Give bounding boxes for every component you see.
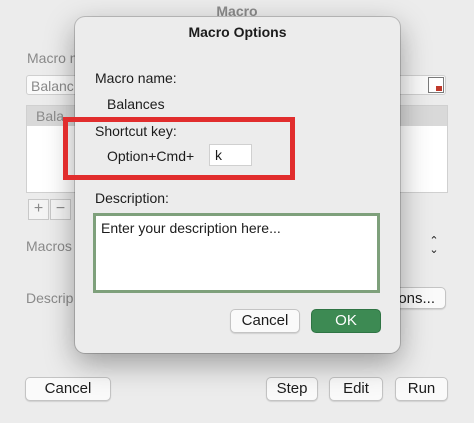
description-textarea[interactable]: Enter your description here...	[93, 213, 380, 293]
description-label: Description:	[95, 190, 169, 206]
macros-in-select-chevron-icon[interactable]: ⌃ ⌄	[425, 236, 443, 256]
edit-button[interactable]: Edit	[329, 377, 383, 401]
macro-name-label: Macro name:	[95, 70, 177, 86]
remove-macro-button[interactable]: −	[50, 199, 71, 220]
macro-name-value: Balances	[107, 96, 165, 112]
macros-in-label: Macros	[26, 238, 72, 254]
description-placeholder: Enter your description here...	[101, 220, 281, 236]
run-button[interactable]: Run	[395, 377, 448, 401]
macro-name-field-value: Balanc	[31, 78, 74, 94]
shortcut-key-input[interactable]: k	[209, 144, 252, 166]
macro-name-label: Macro n	[27, 50, 78, 66]
ok-button[interactable]: OK	[311, 309, 381, 333]
background-cancel-button[interactable]: Cancel	[25, 377, 111, 401]
shortcut-key-label: Shortcut key:	[95, 123, 177, 139]
macro-options-dialog: Macro Options Macro name: Balances Short…	[63, 17, 400, 353]
reference-picker-icon[interactable]	[428, 77, 444, 93]
background-description-label: Descrip	[26, 290, 74, 306]
shortcut-prefix: Option+Cmd+	[107, 148, 195, 164]
dialog-title: Macro Options	[188, 24, 287, 40]
add-macro-button[interactable]: +	[28, 199, 49, 220]
cancel-button[interactable]: Cancel	[230, 309, 300, 333]
step-button[interactable]: Step	[266, 377, 318, 401]
